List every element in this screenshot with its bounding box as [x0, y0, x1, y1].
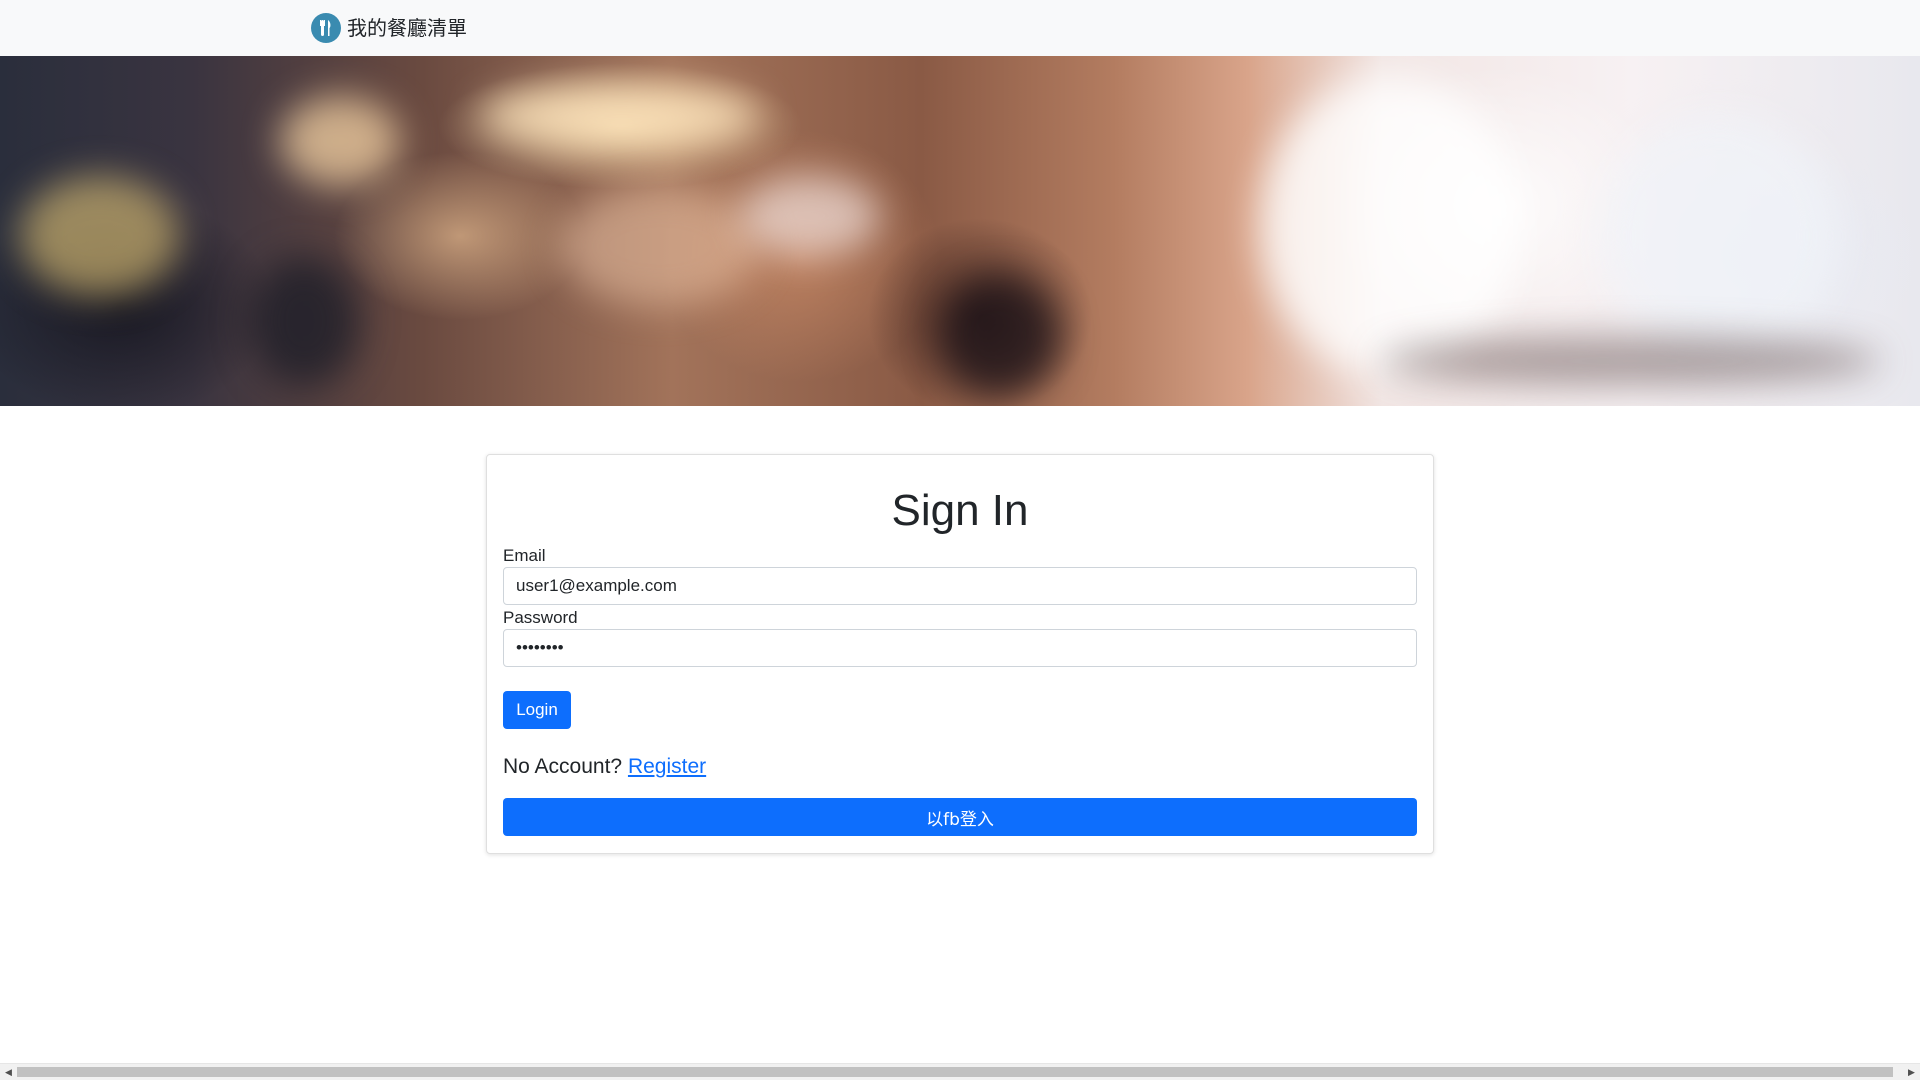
- brand-title: 我的餐廳清單: [347, 16, 467, 40]
- hero-banner-image: [0, 56, 1920, 406]
- email-field[interactable]: [503, 567, 1417, 605]
- triangle-right-icon[interactable]: ▶: [1903, 1064, 1920, 1080]
- fork-knife-icon: [311, 13, 341, 43]
- email-label: Email: [503, 546, 546, 565]
- page-title: Sign In: [891, 486, 1029, 535]
- brand-link[interactable]: 我的餐廳清單: [311, 13, 467, 43]
- scrollbar-thumb[interactable]: [17, 1067, 1893, 1077]
- no-account-label: No Account?: [503, 755, 623, 778]
- login-button[interactable]: Login: [503, 691, 571, 729]
- password-field[interactable]: [503, 629, 1417, 667]
- register-link[interactable]: Register: [628, 755, 706, 778]
- facebook-login-button[interactable]: 以fb登入: [503, 798, 1417, 836]
- signin-card: Sign In Email Password Login No Account?…: [486, 454, 1434, 854]
- triangle-left-icon[interactable]: ◀: [0, 1064, 17, 1080]
- horizontal-scrollbar[interactable]: ◀ ▶: [0, 1063, 1920, 1080]
- navbar: 我的餐廳清單: [0, 0, 1920, 56]
- no-account-text: No Account? Register: [503, 753, 706, 781]
- password-label: Password: [503, 608, 578, 627]
